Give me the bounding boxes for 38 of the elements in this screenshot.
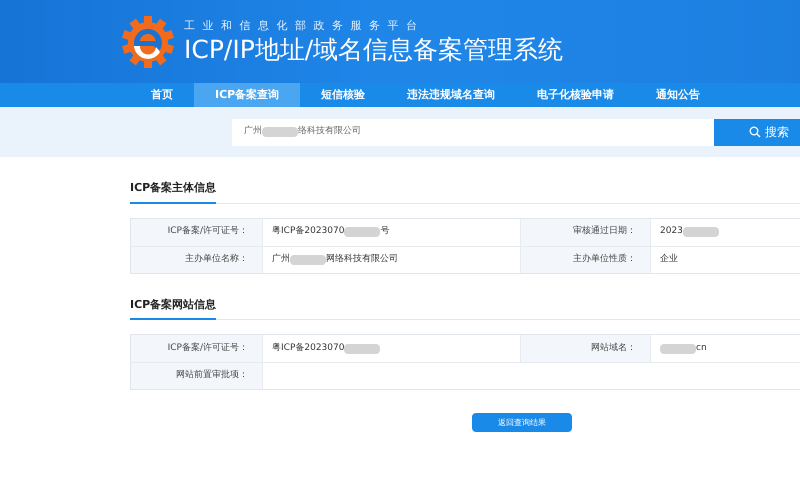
gear-logo-icon — [120, 14, 176, 70]
value-text: 2023 — [660, 225, 683, 238]
nav-tab[interactable]: 电子化核验申请 — [516, 83, 636, 107]
label-cell: 网站域名： — [521, 335, 651, 362]
search-icon — [749, 126, 761, 138]
search-field[interactable]: 广州 络科技有限公司 — [232, 118, 714, 146]
value-text: 号 — [380, 225, 390, 238]
value-text: 网络科技有限公司 — [326, 252, 398, 266]
nav-tab[interactable]: 通知公告 — [635, 83, 722, 107]
redaction-blur — [660, 344, 696, 354]
redaction-blur — [344, 344, 380, 354]
value-text: cn — [696, 342, 707, 355]
label-cell: 审核通过日期： — [521, 218, 651, 246]
nav-tab[interactable]: ICP备案查询 — [194, 83, 300, 107]
label-cell: 主办单位性质： — [521, 246, 651, 272]
back-to-results-button[interactable]: 返回查询结果 — [472, 413, 572, 432]
value-text: 粤ICP备2023070 — [272, 225, 344, 238]
label-cell: 网站前置审批项： — [131, 363, 263, 389]
search-value: 广州 — [244, 125, 262, 138]
redaction-blur — [290, 254, 326, 264]
search-value: 络科技有限公司 — [298, 125, 361, 138]
nav-tab[interactable]: 短信核验 — [300, 83, 386, 107]
platform-subtitle: 工 业 和 信 息 化 部 政 务 服 务 平 台 — [184, 18, 420, 34]
system-title: ICP/IP地址/域名信息备案管理系统 — [184, 34, 564, 66]
nav-tab[interactable]: 违法违规域名查询 — [386, 83, 516, 107]
redaction-blur — [682, 227, 719, 237]
redaction-blur — [344, 227, 380, 237]
section-title: ICP备案主体信息 — [130, 180, 216, 204]
label-cell: 主办单位名称： — [131, 246, 263, 272]
value-text: 粤ICP备2023070 — [272, 342, 344, 355]
label-cell: ICP备案/许可证号： — [131, 218, 263, 246]
value-text: 广州 — [272, 252, 290, 266]
nav-tab[interactable]: 首页 — [130, 83, 194, 107]
search-button[interactable]: 搜索 — [714, 118, 800, 146]
section-title: ICP备案网站信息 — [130, 296, 216, 320]
label-cell: ICP备案/许可证号： — [131, 335, 263, 362]
value-text: 企业 — [660, 252, 678, 266]
redaction-blur — [262, 127, 298, 137]
